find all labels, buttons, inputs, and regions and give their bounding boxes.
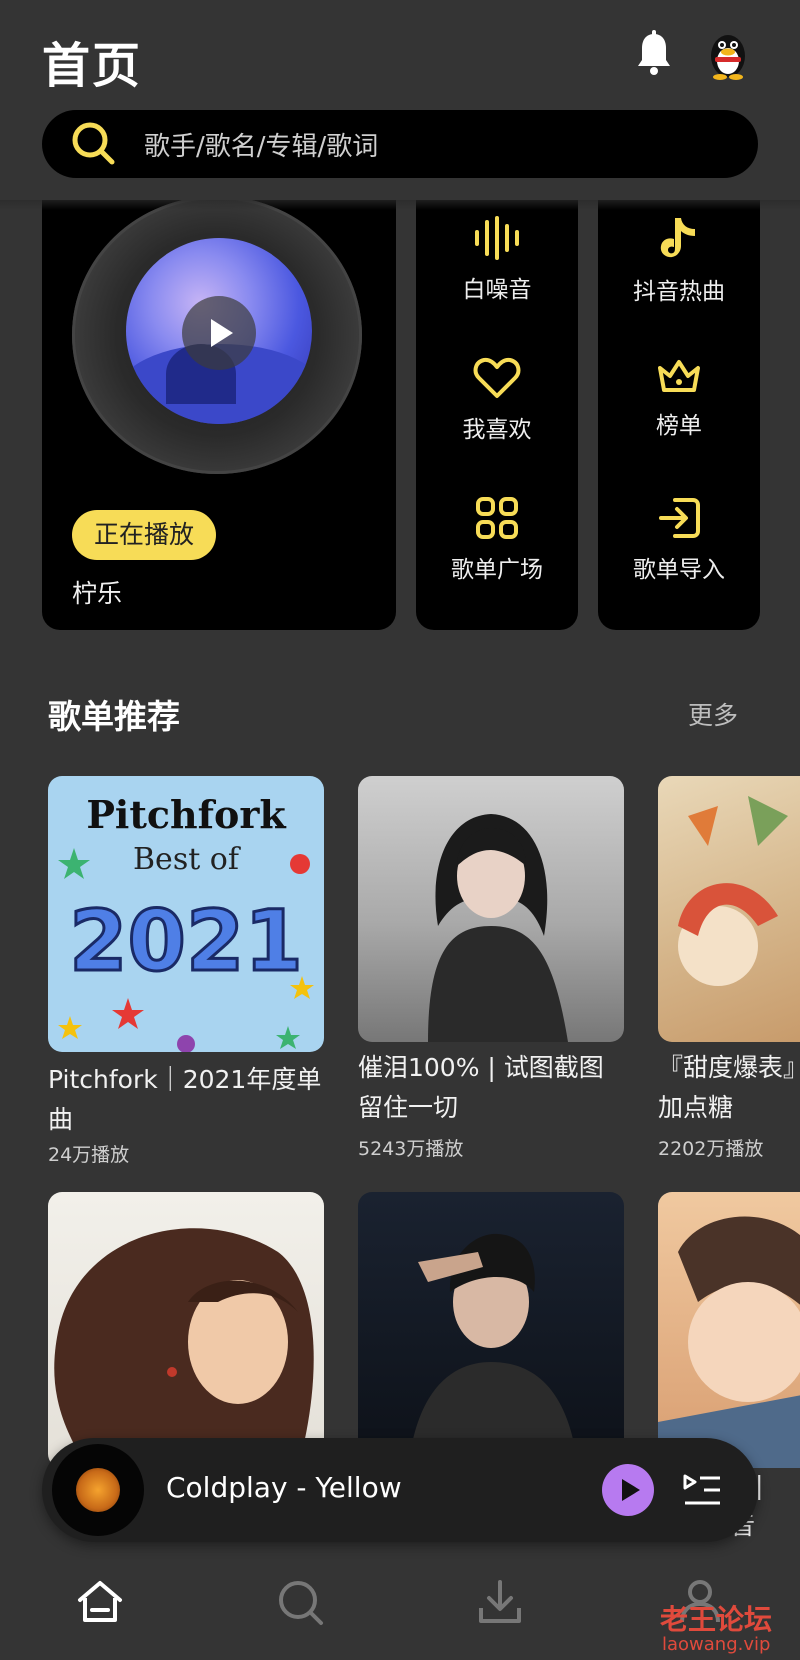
now-playing-badge: 正在播放 (72, 510, 217, 560)
grid-item-playlist-square[interactable]: 歌单广场 (416, 496, 578, 584)
playlist-cover-tearjerker[interactable] (358, 776, 624, 1042)
playlist-title[interactable]: 催泪100% | 试图截图 (358, 1048, 604, 1088)
play-icon (621, 1479, 640, 1501)
grid-label: 歌单广场 (451, 557, 543, 583)
cover-stars (58, 848, 314, 1052)
search-tab-icon[interactable] (276, 1578, 324, 1626)
grid-item-douyin-hits[interactable]: 抖音热曲 (598, 216, 760, 306)
grid-label: 歌单导入 (633, 557, 725, 583)
playlist-queue-icon[interactable] (682, 1472, 722, 1508)
mini-player-title[interactable]: Coldplay - Yellow (166, 1471, 402, 1504)
more-link[interactable]: 更多 (688, 696, 738, 732)
section-title: 歌单推荐 (48, 697, 180, 736)
playlist-cover-pitchfork[interactable]: Pitchfork Best of 2021 (48, 776, 324, 1052)
grid-label: 榜单 (656, 413, 702, 439)
quick-grid-column-2: 抖音热曲 榜单 歌单导入 (598, 186, 760, 630)
vinyl-disc (72, 196, 362, 474)
grid-label: 我喜欢 (462, 417, 532, 443)
page-title: 首页 (42, 38, 143, 94)
grid-item-white-noise[interactable]: 白噪音 (416, 216, 578, 304)
playlist-title[interactable]: Pitchfork｜2021年度单 (48, 1060, 321, 1100)
grid-label: 白噪音 (462, 277, 532, 303)
home-icon[interactable] (76, 1578, 124, 1626)
search-bar[interactable]: 歌手/歌名/专辑/歌词 (42, 110, 758, 178)
tiktok-icon (660, 218, 695, 258)
search-placeholder: 歌手/歌名/专辑/歌词 (144, 131, 379, 162)
now-playing-song: 柠乐 (72, 579, 123, 608)
grid-label: 抖音热曲 (633, 279, 725, 305)
playlist-cover-row2-2[interactable] (358, 1192, 624, 1468)
crown-icon (658, 360, 700, 392)
watermark-text: 老王论坛 (660, 1603, 773, 1636)
playlist-cover-sweet[interactable] (658, 776, 800, 1042)
playlist-title[interactable]: 『甜度爆表』 (658, 1048, 800, 1088)
cover-illustration (678, 796, 788, 986)
mini-play-button[interactable] (602, 1464, 654, 1516)
playlist-title-line2[interactable]: 加点糖 (658, 1088, 733, 1128)
quick-grid-column-1: 白噪音 我喜欢 歌单广场 (416, 186, 578, 630)
search-icon (72, 122, 115, 165)
playlist-cover-row2-1[interactable] (48, 1192, 324, 1468)
grid-item-import-playlist[interactable]: 歌单导入 (598, 496, 760, 584)
mini-album-art (52, 1444, 144, 1536)
mini-player[interactable]: Coldplay - Yellow (42, 1438, 758, 1542)
cover-photo-singer (408, 1233, 578, 1468)
play-count: 2202万播放 (658, 1138, 764, 1160)
now-playing-card[interactable]: 正在播放 柠乐 (42, 186, 396, 630)
header: 首页 歌手/歌名/专辑/歌词 (0, 0, 800, 200)
play-count: 24万播放 (48, 1144, 130, 1166)
playlist-title-line2[interactable]: 留住一切 (358, 1088, 458, 1128)
play-button[interactable] (182, 296, 256, 370)
grid-item-charts[interactable]: 榜单 (598, 356, 760, 440)
cover-portrait-girl (428, 814, 568, 1042)
play-icon (211, 319, 233, 347)
grid-icon (476, 497, 518, 539)
cover-illustration-boy (658, 1216, 800, 1468)
heart-icon (473, 357, 521, 398)
playlist-cover-row2-3[interactable] (658, 1192, 800, 1468)
watermark-sub: laowang.vip (662, 1634, 771, 1655)
sound-wave-icon (475, 216, 519, 260)
import-icon (659, 498, 700, 538)
avatar[interactable] (704, 28, 752, 80)
bell-icon[interactable] (634, 30, 674, 78)
playlist-title-line2[interactable]: 曲 (48, 1100, 73, 1140)
cover-illustration-woman (54, 1228, 314, 1468)
play-count: 5243万播放 (358, 1138, 464, 1160)
grid-item-favorites[interactable]: 我喜欢 (416, 356, 578, 444)
download-icon[interactable] (476, 1578, 524, 1626)
